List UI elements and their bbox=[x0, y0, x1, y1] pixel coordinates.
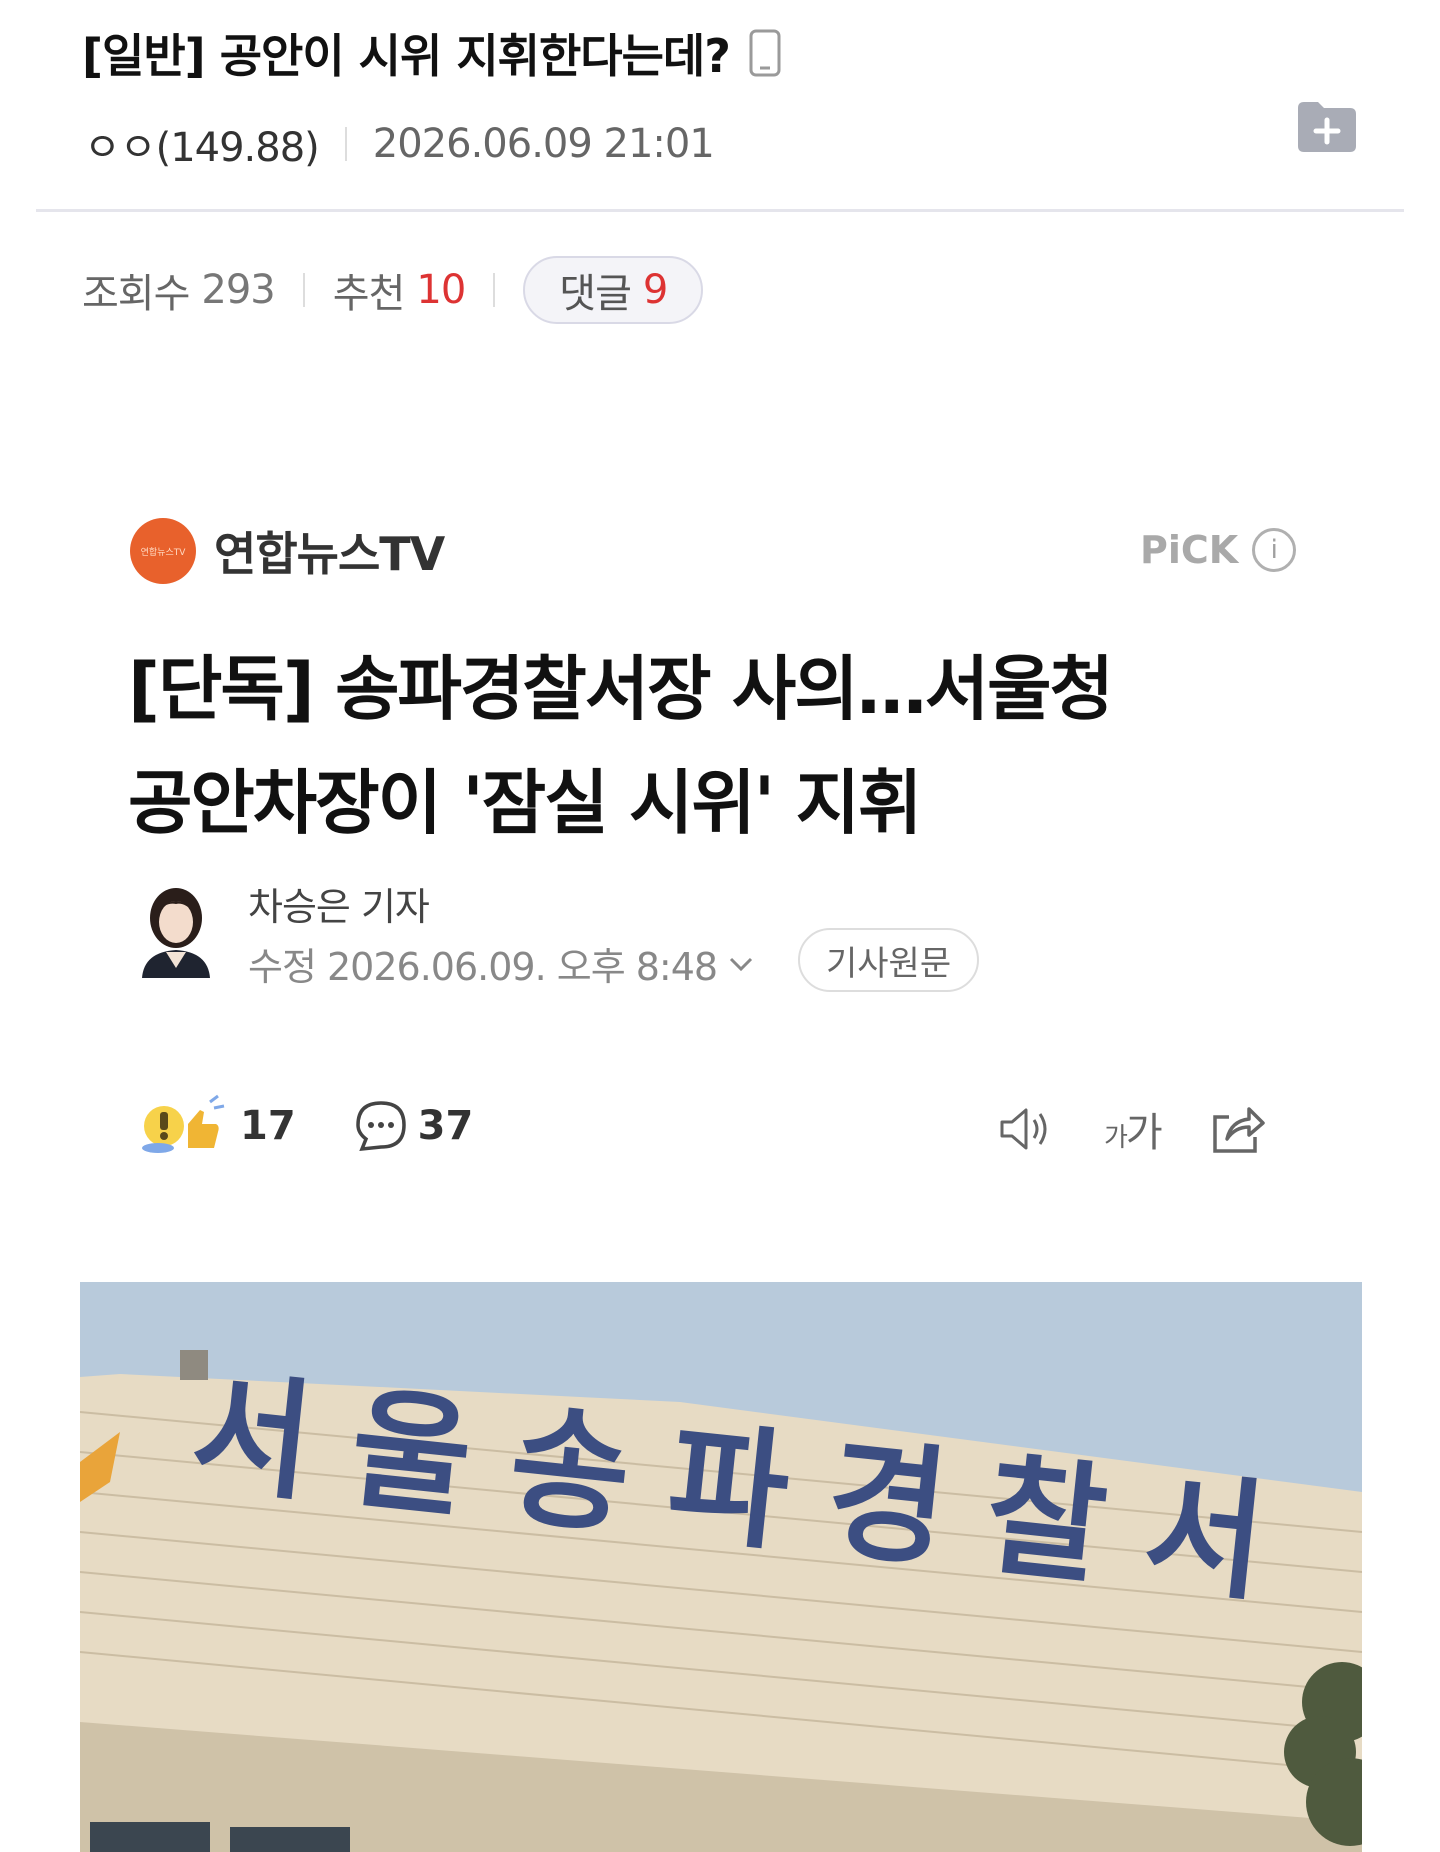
article-headline: [단독] 송파경찰서장 사의…서울청 공안차장이 '잠실 시위' 지휘 bbox=[128, 632, 1328, 860]
post-stats: 조회수 293 추천 10 댓글 9 bbox=[82, 256, 704, 324]
page: [일반] 공안이 시위 지휘한다는데? ㅇㅇ(149.88) 2026.06.0… bbox=[0, 0, 1440, 1852]
comment-count: 37 bbox=[417, 1103, 474, 1149]
post-author[interactable]: ㅇㅇ(149.88) bbox=[84, 115, 320, 173]
press-logo-text: 연합뉴스TV bbox=[140, 547, 186, 558]
press-name: 연합뉴스TV bbox=[214, 527, 445, 581]
stats-divider bbox=[493, 273, 496, 307]
stats-divider bbox=[302, 273, 305, 307]
post-title-text: [일반] 공안이 시위 지휘한다는데? bbox=[82, 29, 731, 83]
font-size-large: 가 bbox=[1125, 1110, 1163, 1156]
post-title: [일반] 공안이 시위 지휘한다는데? bbox=[82, 20, 782, 86]
headline-line-1: [단독] 송파경찰서장 사의…서울청 bbox=[128, 648, 1114, 730]
comments-label: 댓글 bbox=[559, 271, 632, 317]
edited-datetime[interactable]: 수정 2026.06.09. 오후 8:48 bbox=[248, 936, 755, 991]
chevron-down-icon[interactable] bbox=[727, 954, 755, 974]
meta-divider bbox=[344, 127, 347, 161]
reaction-icon[interactable] bbox=[138, 1094, 230, 1158]
folder-add-icon[interactable] bbox=[1294, 98, 1360, 154]
article-tools: 가가 bbox=[996, 1100, 1267, 1158]
reaction-count: 17 bbox=[240, 1103, 296, 1149]
comments-count: 9 bbox=[642, 267, 668, 313]
reporter-name[interactable]: 차승은 기자 bbox=[248, 876, 430, 931]
header-divider bbox=[36, 209, 1404, 212]
comment-icon[interactable] bbox=[354, 1099, 408, 1153]
original-article-button[interactable]: 기사원문 bbox=[798, 928, 980, 992]
views-count: 293 bbox=[201, 267, 275, 313]
comments-button[interactable]: 댓글 9 bbox=[523, 256, 704, 324]
post-meta: ㅇㅇ(149.88) 2026.06.09 21:01 bbox=[84, 115, 715, 173]
pick-badge[interactable]: PiCK i bbox=[1140, 528, 1297, 572]
speaker-icon[interactable] bbox=[996, 1104, 1056, 1154]
font-size-small: 가 bbox=[1104, 1123, 1128, 1153]
reactions-bar: 17 37 bbox=[138, 1094, 531, 1158]
press-logo: 연합뉴스TV bbox=[130, 518, 196, 584]
edited-text: 수정 2026.06.09. 오후 8:48 bbox=[248, 945, 718, 989]
recommend-label: 추천 bbox=[332, 271, 406, 317]
original-article-label: 기사원문 bbox=[826, 943, 952, 984]
post-datetime: 2026.06.09 21:01 bbox=[372, 121, 715, 167]
press-info[interactable]: 연합뉴스TV 연합뉴스TV bbox=[130, 518, 445, 584]
recommend-count: 10 bbox=[416, 267, 466, 313]
pick-label: PiCK bbox=[1140, 528, 1239, 572]
info-icon[interactable]: i bbox=[1252, 528, 1297, 572]
article-photo[interactable]: 서울송파경찰서 bbox=[80, 1282, 1362, 1852]
font-size-button[interactable]: 가가 bbox=[1104, 1100, 1163, 1158]
views-label: 조회수 bbox=[82, 271, 190, 317]
avatar[interactable] bbox=[136, 878, 216, 978]
headline-line-2: 공안차장이 '잠실 시위' 지휘 bbox=[128, 762, 922, 844]
phone-icon bbox=[749, 29, 781, 77]
share-icon[interactable] bbox=[1209, 1103, 1267, 1155]
